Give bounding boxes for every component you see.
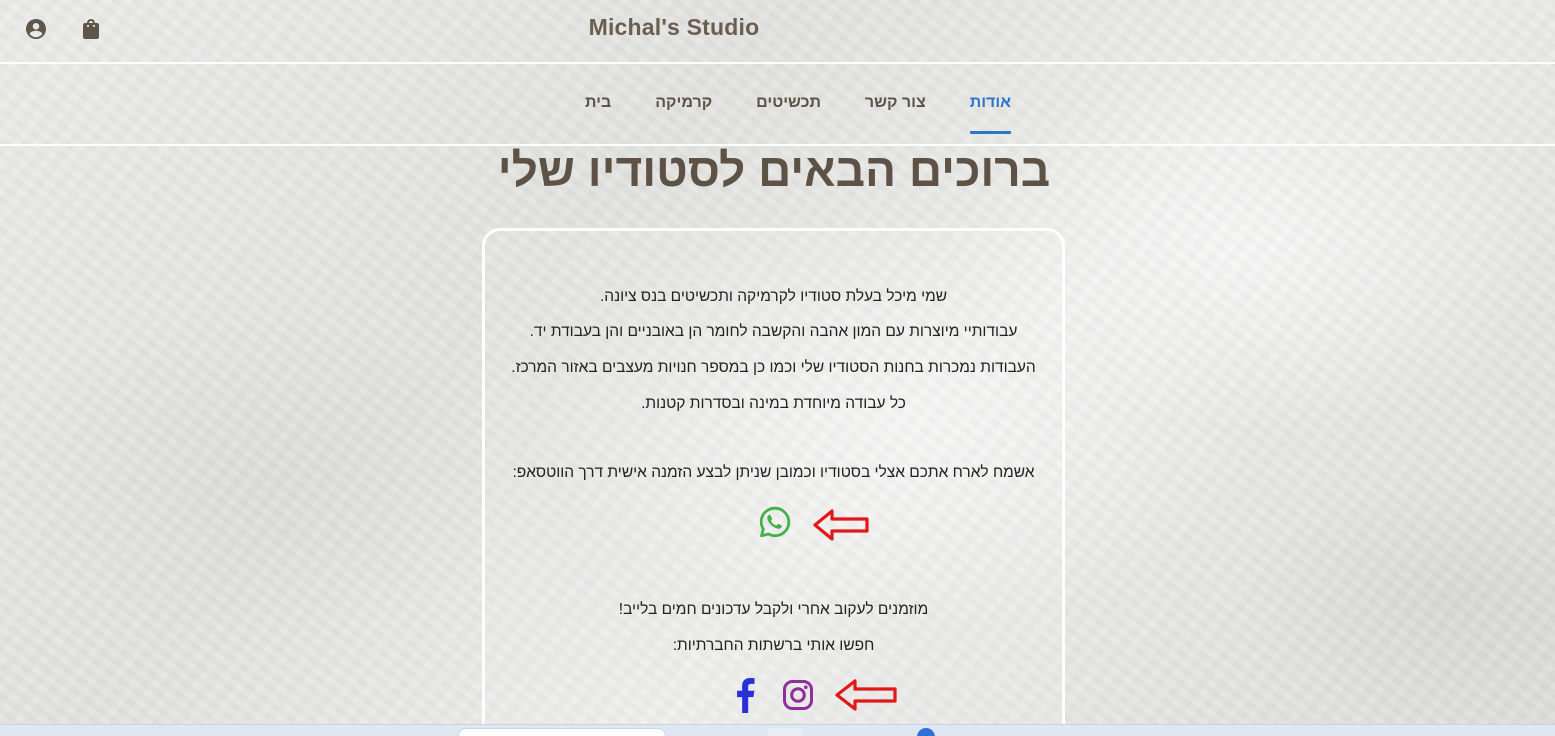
annotation-arrow-icon (812, 508, 870, 547)
taskbar-search-box[interactable] (458, 728, 666, 736)
nav-item-jewelry[interactable]: תכשיטים (734, 66, 843, 146)
main-navigation: בית קרמיקה תכשיטים צור קשר אודות (0, 66, 1555, 146)
taskbar (0, 724, 1555, 736)
about-line: שמי מיכל בעלת סטודיו לקרמיקה ותכשיטים בנ… (599, 288, 948, 305)
top-bar: Michal's Studio (0, 0, 1555, 64)
annotation-arrow-icon (834, 678, 898, 717)
page-heading: ברוכים הבאים לסטודיו שלי (497, 144, 1051, 196)
nav-item-ceramics[interactable]: קרמיקה (633, 66, 734, 146)
facebook-icon[interactable] (734, 677, 756, 713)
instagram-icon[interactable] (782, 679, 814, 711)
invite-text: אשמח לארח אתכם אצלי בסטודיו וכמובן שניתן… (512, 464, 1035, 481)
follow-line: מוזמנים לעקוב אחרי ולקבל עדכונים חמים בל… (618, 601, 929, 618)
nav-item-home[interactable]: בית (563, 66, 633, 146)
taskbar-app-icon[interactable] (917, 728, 935, 736)
follow-line: חפשו אותי ברשתות החברתיות: (672, 637, 875, 654)
nav-item-about[interactable]: אודות (948, 66, 1033, 146)
about-line: כל עבודה מיוחדת במינה ובסדרות קטנות. (641, 395, 906, 412)
about-line: העבודות נמכרות בחנות הסטודיו שלי וכמו כן… (511, 359, 1036, 376)
about-card: שמי מיכל בעלת סטודיו לקרמיקה ותכשיטים בנ… (482, 228, 1065, 736)
taskbar-app-button[interactable] (768, 728, 802, 736)
nav-menu: בית קרמיקה תכשיטים צור קשר אודות (563, 66, 1033, 146)
whatsapp-icon[interactable] (758, 505, 792, 539)
site-title[interactable]: Michal's Studio (0, 14, 1348, 41)
about-line: עבודותיי מיוצרות עם המון אהבה והקשבה לחו… (529, 323, 1018, 340)
nav-item-contact[interactable]: צור קשר (843, 66, 948, 146)
